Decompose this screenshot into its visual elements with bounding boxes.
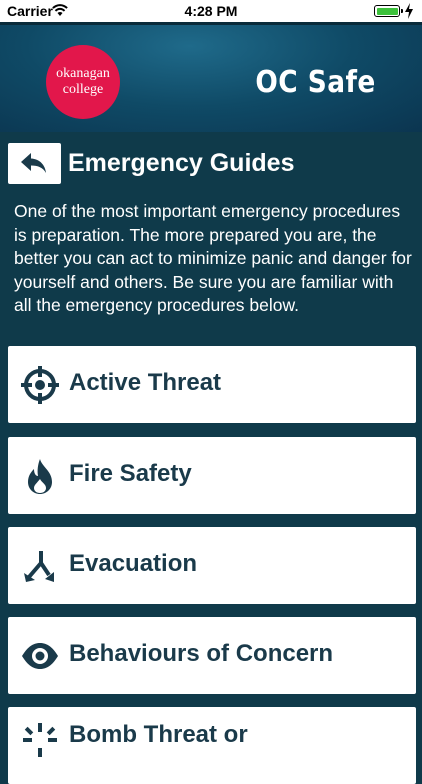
guide-active-threat[interactable]: Active Threat bbox=[8, 346, 416, 423]
burst-icon bbox=[23, 723, 57, 757]
app-title: OC Safe bbox=[255, 65, 376, 100]
page-title: Emergency Guides bbox=[68, 149, 295, 177]
eye-icon bbox=[22, 643, 58, 669]
clock: 4:28 PM bbox=[184, 3, 238, 19]
app-header: okanagan college OC Safe bbox=[0, 22, 422, 132]
guide-behaviours-of-concern[interactable]: Behaviours of Concern bbox=[8, 617, 416, 694]
guide-evacuation[interactable]: Evacuation bbox=[8, 527, 416, 604]
okanagan-college-logo: okanagan college bbox=[46, 45, 120, 119]
logo-text-line1: okanagan bbox=[56, 66, 110, 81]
guide-fire-safety[interactable]: Fire Safety bbox=[8, 437, 416, 514]
guide-bomb-threat[interactable]: Bomb Threat or bbox=[8, 707, 416, 784]
guide-label: Active Threat bbox=[69, 369, 222, 396]
guide-label: Evacuation bbox=[69, 550, 198, 577]
diverging-arrows-icon bbox=[24, 551, 54, 582]
charging-bolt-icon bbox=[405, 3, 413, 19]
back-arrow-icon bbox=[21, 153, 46, 173]
intro-text: One of the most important emergency proc… bbox=[14, 201, 412, 315]
guide-label: Bomb Threat or bbox=[69, 721, 248, 748]
battery-icon bbox=[374, 5, 403, 17]
logo-text-line2: college bbox=[62, 82, 104, 97]
crosshair-icon bbox=[21, 366, 59, 404]
flame-icon bbox=[28, 459, 52, 494]
guide-label: Fire Safety bbox=[69, 460, 192, 487]
guide-label: Behaviours of Concern bbox=[69, 640, 334, 667]
back-button[interactable] bbox=[8, 143, 61, 184]
status-bar: Carrier 4:28 PM bbox=[0, 0, 422, 22]
